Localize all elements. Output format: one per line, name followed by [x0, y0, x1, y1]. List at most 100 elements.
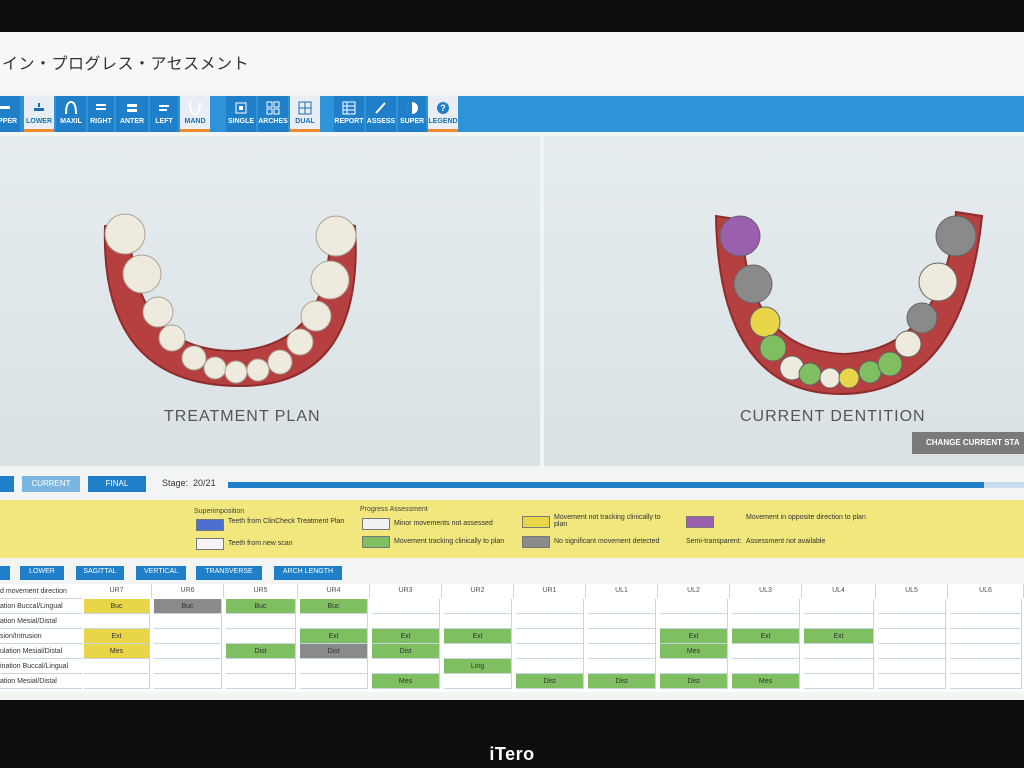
table-cell[interactable]: Dist — [300, 644, 368, 659]
table-cell[interactable]: Ext — [444, 629, 512, 644]
table-cell[interactable] — [804, 599, 874, 614]
table-cell[interactable]: Ext — [804, 629, 874, 644]
table-cell[interactable]: Buc — [300, 599, 368, 614]
table-cell[interactable] — [950, 629, 1022, 644]
table-cell[interactable] — [950, 644, 1022, 659]
table-cell[interactable] — [516, 659, 584, 674]
tab-upper[interactable] — [0, 566, 10, 580]
table-cell[interactable] — [226, 614, 296, 629]
table-cell[interactable]: Ext — [300, 629, 368, 644]
table-cell[interactable]: Dist — [226, 644, 296, 659]
table-cell[interactable] — [878, 644, 946, 659]
stage-current-button[interactable]: CURRENT — [22, 476, 80, 492]
toolbar-super-button[interactable]: SUPER — [398, 96, 426, 132]
table-cell[interactable] — [154, 629, 222, 644]
table-cell[interactable]: Buc — [154, 599, 222, 614]
table-cell[interactable] — [732, 614, 800, 629]
toolbar-upper-button[interactable]: UPPER — [0, 96, 20, 132]
table-cell[interactable] — [444, 599, 512, 614]
table-cell[interactable] — [226, 674, 296, 689]
table-cell[interactable] — [660, 614, 728, 629]
current-dentition-panel[interactable]: CURRENT DENTITION — [544, 136, 1024, 466]
stage-slider[interactable] — [228, 482, 1024, 488]
toolbar-left-button[interactable]: LEFT — [150, 96, 178, 132]
treatment-plan-panel[interactable]: TREATMENT PLAN — [0, 136, 540, 466]
tab-lower[interactable]: LOWER — [20, 566, 64, 580]
table-cell[interactable] — [732, 659, 800, 674]
table-cell[interactable]: Mes — [732, 674, 800, 689]
table-cell[interactable] — [950, 599, 1022, 614]
toolbar-right-button[interactable]: RIGHT — [88, 96, 114, 132]
table-cell[interactable]: Ext — [372, 629, 440, 644]
tab-arch-length[interactable]: ARCH LENGTH — [274, 566, 342, 580]
table-cell[interactable]: Buc — [226, 599, 296, 614]
table-cell[interactable]: Mes — [660, 644, 728, 659]
table-cell[interactable] — [444, 614, 512, 629]
tab-vertical[interactable]: VERTICAL — [136, 566, 186, 580]
toolbar-mand-button[interactable]: MAND — [180, 96, 210, 132]
table-cell[interactable] — [372, 614, 440, 629]
tab-sagittal[interactable]: SAGITTAL — [76, 566, 124, 580]
table-cell[interactable] — [804, 674, 874, 689]
table-cell[interactable] — [660, 659, 728, 674]
table-cell[interactable]: Dist — [516, 674, 584, 689]
table-cell[interactable] — [300, 659, 368, 674]
toolbar-report-button[interactable]: REPORT — [334, 96, 364, 132]
table-cell[interactable]: Ext — [84, 629, 150, 644]
table-cell[interactable] — [950, 614, 1022, 629]
table-cell[interactable] — [516, 614, 584, 629]
toolbar-legend-button[interactable]: ? LEGEND — [428, 96, 458, 132]
tab-transverse[interactable]: TRANSVERSE — [196, 566, 262, 580]
table-cell[interactable] — [588, 599, 656, 614]
table-cell[interactable] — [154, 659, 222, 674]
table-cell[interactable] — [516, 644, 584, 659]
table-cell[interactable]: Dist — [660, 674, 728, 689]
table-cell[interactable] — [372, 659, 440, 674]
table-cell[interactable]: Dist — [588, 674, 656, 689]
table-cell[interactable] — [950, 659, 1022, 674]
table-cell[interactable] — [84, 659, 150, 674]
table-cell[interactable] — [732, 644, 800, 659]
stage-first-button[interactable] — [0, 476, 14, 492]
table-cell[interactable] — [588, 614, 656, 629]
table-cell[interactable] — [732, 599, 800, 614]
table-cell[interactable]: Mes — [372, 674, 440, 689]
table-cell[interactable] — [226, 659, 296, 674]
table-cell[interactable] — [154, 644, 222, 659]
table-cell[interactable]: Ling — [444, 659, 512, 674]
table-cell[interactable] — [878, 599, 946, 614]
toolbar-maxil-button[interactable]: MAXIL — [56, 96, 86, 132]
table-cell[interactable]: Ext — [660, 629, 728, 644]
change-current-stage-button[interactable]: CHANGE CURRENT STA — [912, 432, 1024, 454]
table-cell[interactable]: Ext — [732, 629, 800, 644]
table-cell[interactable] — [154, 674, 222, 689]
table-cell[interactable] — [660, 599, 728, 614]
table-cell[interactable] — [226, 629, 296, 644]
table-cell[interactable] — [588, 629, 656, 644]
toolbar-anter-button[interactable]: ANTER — [116, 96, 148, 132]
table-cell[interactable]: Buc — [84, 599, 150, 614]
toolbar-assess-button[interactable]: ASSESS — [366, 96, 396, 132]
table-cell[interactable] — [444, 644, 512, 659]
toolbar-single-button[interactable]: SINGLE — [226, 96, 256, 132]
table-cell[interactable] — [804, 614, 874, 629]
table-cell[interactable] — [804, 659, 874, 674]
table-cell[interactable] — [516, 599, 584, 614]
table-cell[interactable] — [588, 644, 656, 659]
table-cell[interactable] — [804, 644, 874, 659]
table-cell[interactable] — [154, 614, 222, 629]
table-cell[interactable] — [516, 629, 584, 644]
toolbar-lower-button[interactable]: LOWER — [24, 96, 54, 132]
toolbar-dual-button[interactable]: DUAL — [290, 96, 320, 132]
table-cell[interactable] — [950, 674, 1022, 689]
table-cell[interactable] — [878, 674, 946, 689]
table-cell[interactable] — [84, 674, 150, 689]
table-cell[interactable] — [878, 614, 946, 629]
table-cell[interactable] — [372, 599, 440, 614]
table-cell[interactable] — [878, 629, 946, 644]
table-cell[interactable] — [300, 614, 368, 629]
table-cell[interactable] — [84, 614, 150, 629]
table-cell[interactable] — [444, 674, 512, 689]
table-cell[interactable] — [588, 659, 656, 674]
table-cell[interactable]: Dist — [372, 644, 440, 659]
